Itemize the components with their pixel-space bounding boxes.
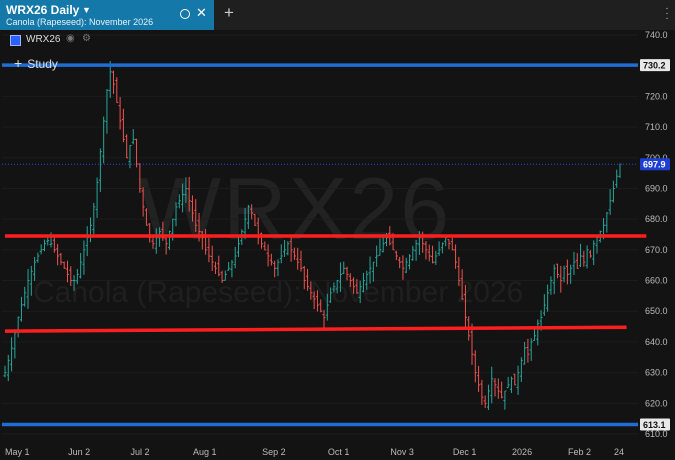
trend-line — [4, 325, 627, 333]
study-label: Study — [27, 57, 58, 71]
x-tick-label: May 1 — [5, 447, 30, 457]
plus-icon: + — [14, 55, 23, 71]
x-tick-label: Sep 2 — [262, 447, 286, 457]
add-study-button[interactable]: + Study — [14, 55, 58, 71]
y-tick-label: 620.0 — [645, 398, 668, 408]
x-tick-label: Oct 1 — [328, 447, 350, 457]
x-tick-label: Aug 1 — [193, 447, 217, 457]
y-tick-label: 640.0 — [645, 337, 668, 347]
time-axis: May 1 Jun 2 Jul 2 Aug 1 Sep 2 Oct 1 Nov 3 Dec 1… — [5, 447, 624, 457]
x-tick-label: Dec 1 — [453, 447, 477, 457]
legend-symbol[interactable]: WRX26 — [26, 34, 60, 45]
price-axis: 610.0 620.0 630.0 640.0 650.0 660.0 670.0 680.0… — [645, 30, 668, 439]
y-tick-label: 660.0 — [645, 276, 668, 286]
x-tick-label: 24 — [614, 447, 624, 457]
y-tick-label: 630.0 — [645, 368, 668, 378]
price-badge-label: 730.2 — [643, 61, 666, 71]
y-tick-label: 720.0 — [645, 91, 668, 101]
y-tick-label: 650.0 — [645, 306, 668, 316]
y-tick-label: 740.0 — [645, 30, 668, 40]
y-tick-label: 680.0 — [645, 214, 668, 224]
price-badge-label: 613.1 — [643, 420, 666, 430]
drawn-lines — [2, 63, 647, 427]
x-tick-label: Jul 2 — [131, 447, 150, 457]
y-tick-label: 690.0 — [645, 183, 668, 193]
series-color-swatch[interactable] — [10, 35, 21, 46]
x-tick-label: Nov 3 — [390, 447, 414, 457]
y-tick-label: 610.0 — [645, 429, 668, 439]
y-tick-label: 710.0 — [645, 122, 668, 132]
x-tick-label: 2026 — [512, 447, 532, 457]
price-badge-label: 697.9 — [643, 160, 666, 170]
y-tick-label: 670.0 — [645, 245, 668, 255]
eye-icon[interactable]: ◉ — [66, 33, 75, 44]
x-tick-label: Jun 2 — [68, 447, 90, 457]
price-chart[interactable]: 610.0 620.0 630.0 640.0 650.0 660.0 670.0 680.0… — [0, 0, 675, 460]
x-tick-label: Feb 2 — [568, 447, 591, 457]
gear-icon[interactable]: ⚙ — [82, 33, 91, 44]
